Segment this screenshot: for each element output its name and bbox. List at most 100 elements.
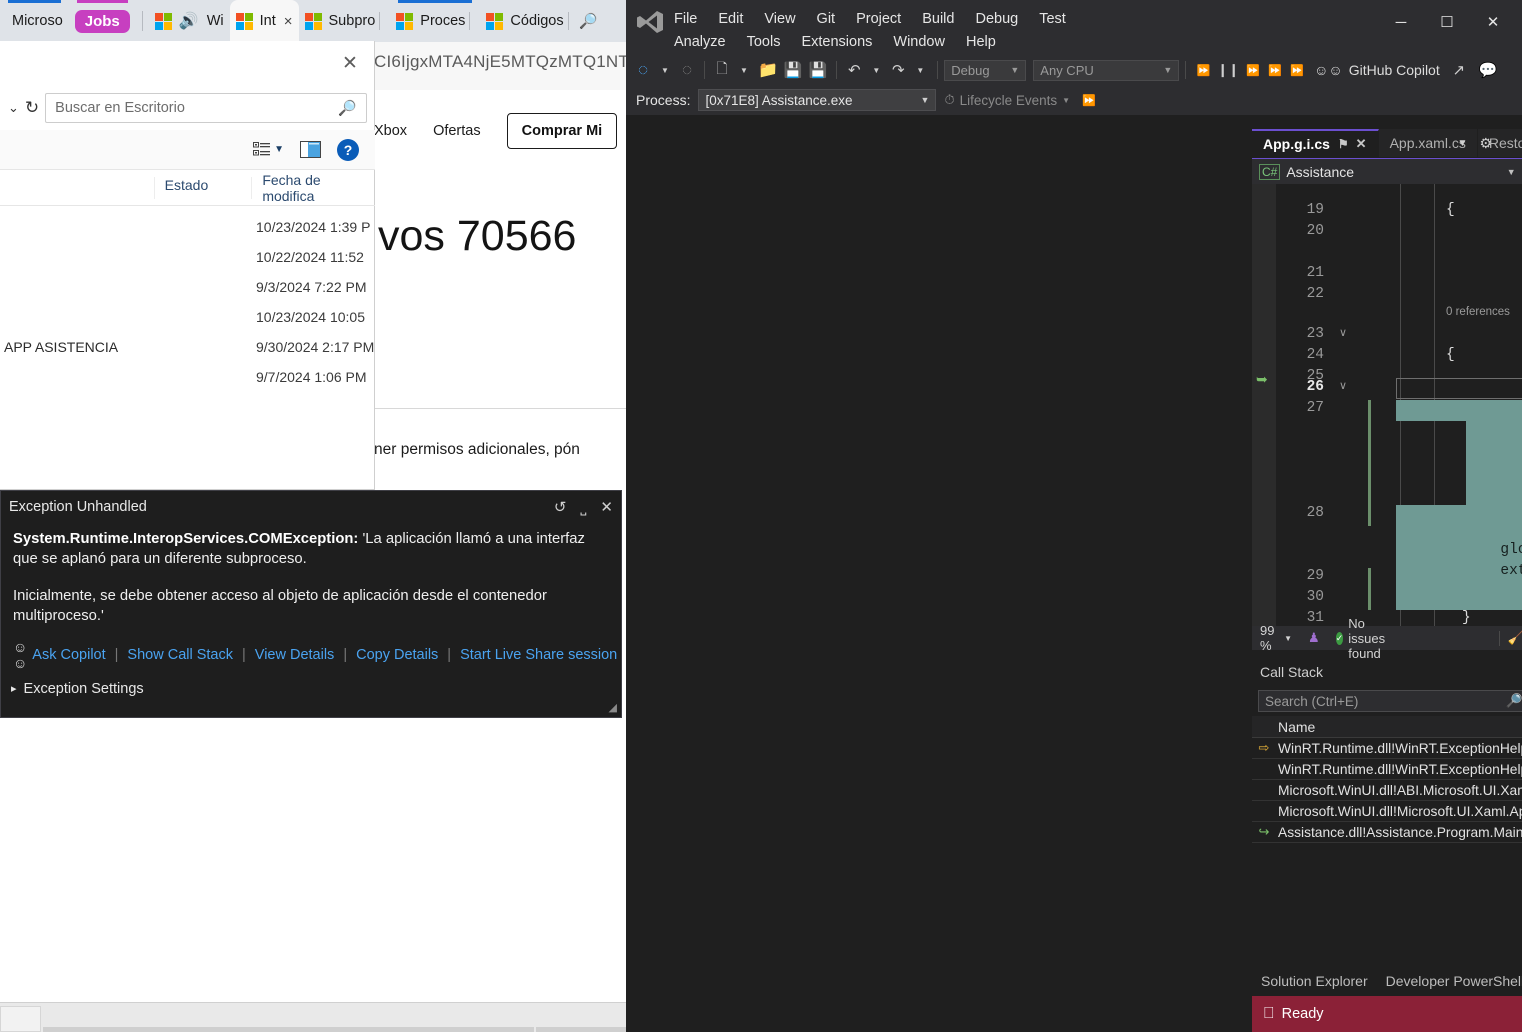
platform-dropdown[interactable]: Any CPU ▼: [1033, 59, 1180, 81]
windows-taskbar[interactable]: [0, 1002, 628, 1032]
browser-tab-windows[interactable]: 🔊 Wi: [149, 0, 230, 42]
browser-tab-jobs[interactable]: Jobs: [69, 0, 136, 42]
fold-marker[interactable]: [1332, 265, 1354, 286]
table-row[interactable]: 9/3/2024 7:22 PM: [0, 273, 375, 300]
maximize-button[interactable]: ☐: [1424, 6, 1470, 38]
lifecycle-events-button[interactable]: ⏱ Lifecycle Events ▼: [944, 92, 1070, 108]
browser-search-icon[interactable]: 🔍: [579, 12, 598, 30]
share-icon[interactable]: ↗: [1448, 58, 1470, 82]
menu-test[interactable]: Test: [1039, 11, 1066, 27]
close-icon[interactable]: ✕: [338, 52, 362, 76]
table-row[interactable]: ⇨ WinRT.Runtime.dll!WinRT.ExceptionHelpe…: [1252, 738, 1522, 759]
column-header-name[interactable]: Name: [1276, 719, 1522, 735]
step-over-icon[interactable]: ⏩: [1242, 58, 1264, 82]
menu-view[interactable]: View: [764, 11, 795, 27]
pin-icon[interactable]: ⚑: [1338, 137, 1349, 151]
column-header-fecha[interactable]: Fecha de modifica: [252, 172, 375, 204]
browser-tab-proceso[interactable]: Proces: [390, 0, 480, 42]
preview-pane-button[interactable]: [300, 141, 321, 158]
save-icon[interactable]: 💾: [781, 58, 806, 82]
feedback-icon[interactable]: 💬: [1476, 58, 1501, 82]
code-editor[interactable]: ➥ 19 { 20 [global::System.CodeDom.Compil…: [1252, 184, 1522, 626]
ask-copilot-link[interactable]: Ask Copilot: [32, 647, 105, 663]
menu-build[interactable]: Build: [922, 11, 954, 27]
fold-marker[interactable]: [1332, 589, 1354, 610]
history-icon[interactable]: ↺: [554, 498, 567, 516]
navigate-forward-icon[interactable]: ◌: [676, 58, 698, 82]
view-details-link[interactable]: View Details: [255, 647, 335, 663]
refresh-icon[interactable]: ↻: [25, 98, 39, 118]
redo-icon[interactable]: ↷: [887, 58, 909, 82]
buy-button[interactable]: Comprar Mi: [506, 113, 618, 149]
browser-tab-int-active[interactable]: Int ×: [229, 0, 299, 42]
chevron-down-icon[interactable]: ▼: [654, 58, 676, 82]
site-nav-ofertas[interactable]: Ofertas: [433, 123, 481, 139]
column-header-name[interactable]: [0, 176, 155, 199]
menu-extensions[interactable]: Extensions: [801, 34, 872, 50]
codelens-references[interactable]: 0 references: [1354, 306, 1522, 327]
editor-glyph-margin[interactable]: [1252, 184, 1276, 626]
start-live-share-link[interactable]: Start Live Share session: [460, 647, 617, 663]
menu-file[interactable]: File: [674, 11, 697, 27]
fold-marker[interactable]: ∨: [1332, 326, 1354, 347]
zoom-level-dropdown[interactable]: 99 % ▼: [1252, 623, 1300, 653]
process-dropdown[interactable]: [0x71E8] Assistance.exe ▼: [698, 89, 937, 111]
help-icon[interactable]: ?: [337, 138, 359, 161]
chevron-down-icon[interactable]: ▼: [274, 144, 284, 155]
resize-grip-icon[interactable]: ◢: [609, 701, 617, 714]
minimize-button[interactable]: ─: [1378, 6, 1424, 38]
search-icon[interactable]: 🔍: [1506, 693, 1522, 709]
column-header-estado[interactable]: Estado: [155, 176, 253, 199]
copy-details-link[interactable]: Copy Details: [356, 647, 438, 663]
editor-code-area[interactable]: 19 { 20 [global::System.CodeDom.Compiler…: [1276, 184, 1522, 626]
table-row[interactable]: Microsoft.WinUI.dll!Microsoft.UI.Xaml.Ap…: [1252, 801, 1522, 822]
table-row[interactable]: 9/7/2024 1:06 PM: [0, 363, 375, 390]
table-row[interactable]: APP ASISTENCIA 9/30/2024 2:17 PM: [0, 333, 375, 360]
code-cleanup-button[interactable]: 🧹▼: [1500, 626, 1522, 650]
browser-tab-microsoft[interactable]: Microso: [0, 0, 69, 42]
table-row[interactable]: 10/23/2024 1:39 P: [0, 213, 375, 240]
github-copilot-button[interactable]: ☺☺ GitHub Copilot: [1314, 62, 1440, 78]
fold-marker[interactable]: [1332, 347, 1354, 368]
chevron-right-icon[interactable]: ▸: [11, 682, 17, 695]
fold-marker[interactable]: ∨: [1332, 379, 1354, 400]
menu-tools[interactable]: Tools: [747, 34, 781, 50]
menu-edit[interactable]: Edit: [718, 11, 743, 27]
gear-icon[interactable]: ⚙: [1479, 135, 1492, 152]
table-row[interactable]: Microsoft.WinUI.dll!ABI.Microsoft.UI.Xam…: [1252, 780, 1522, 801]
break-all-icon[interactable]: ❙❙: [1214, 58, 1242, 82]
navigate-backward-icon[interactable]: ◌: [632, 58, 654, 82]
close-icon[interactable]: ✕: [1356, 136, 1367, 152]
table-row[interactable]: ↪ Assistance.dll!Assistance.Program.Main…: [1252, 822, 1522, 843]
fold-marker[interactable]: [1332, 400, 1354, 421]
table-row[interactable]: 10/23/2024 10:05: [0, 303, 375, 330]
browser-tab-strip[interactable]: Microso Jobs 🔊 Wi Int × Subpro Proces Có…: [0, 0, 628, 42]
view-options-button[interactable]: ▼: [253, 142, 284, 157]
build-config-dropdown[interactable]: Debug ▼: [944, 59, 1027, 81]
tab-developer-powershell[interactable]: Developer PowerShell: [1377, 968, 1522, 994]
thread-stepping-icon[interactable]: ⏩: [1078, 88, 1100, 112]
chevron-down-icon[interactable]: ▼: [733, 58, 755, 82]
navbar-project-dropdown[interactable]: C# Assistance ▼: [1252, 159, 1522, 185]
menu-analyze[interactable]: Analyze: [674, 34, 726, 50]
table-row[interactable]: WinRT.Runtime.dll!WinRT.ExceptionHelpers…: [1252, 759, 1522, 780]
menu-project[interactable]: Project: [856, 11, 901, 27]
search-input[interactable]: Search (Ctrl+E) 🔍: [1258, 690, 1522, 712]
undock-icon[interactable]: ⎵: [580, 499, 586, 516]
search-input[interactable]: Buscar en Escritorio 🔍: [45, 93, 367, 123]
site-nav-xbox[interactable]: Xbox: [374, 123, 407, 139]
search-icon[interactable]: 🔍: [338, 99, 357, 117]
menu-help[interactable]: Help: [966, 34, 996, 50]
close-icon[interactable]: ×: [284, 13, 293, 30]
new-project-icon[interactable]: 🗋: [711, 58, 733, 82]
fold-marker[interactable]: [1332, 568, 1354, 589]
menu-debug[interactable]: Debug: [975, 11, 1018, 27]
close-button[interactable]: ✕: [1470, 6, 1516, 38]
menu-window[interactable]: Window: [893, 34, 945, 50]
open-file-icon[interactable]: 📁: [755, 58, 781, 82]
tab-solution-explorer[interactable]: Solution Explorer: [1252, 968, 1377, 994]
chevron-down-icon[interactable]: ▼: [1458, 138, 1468, 149]
save-all-icon[interactable]: 💾: [806, 58, 831, 82]
issues-status[interactable]: ✓ No issues found: [1328, 616, 1402, 661]
browser-tab-subproceso[interactable]: Subpro: [299, 0, 391, 42]
